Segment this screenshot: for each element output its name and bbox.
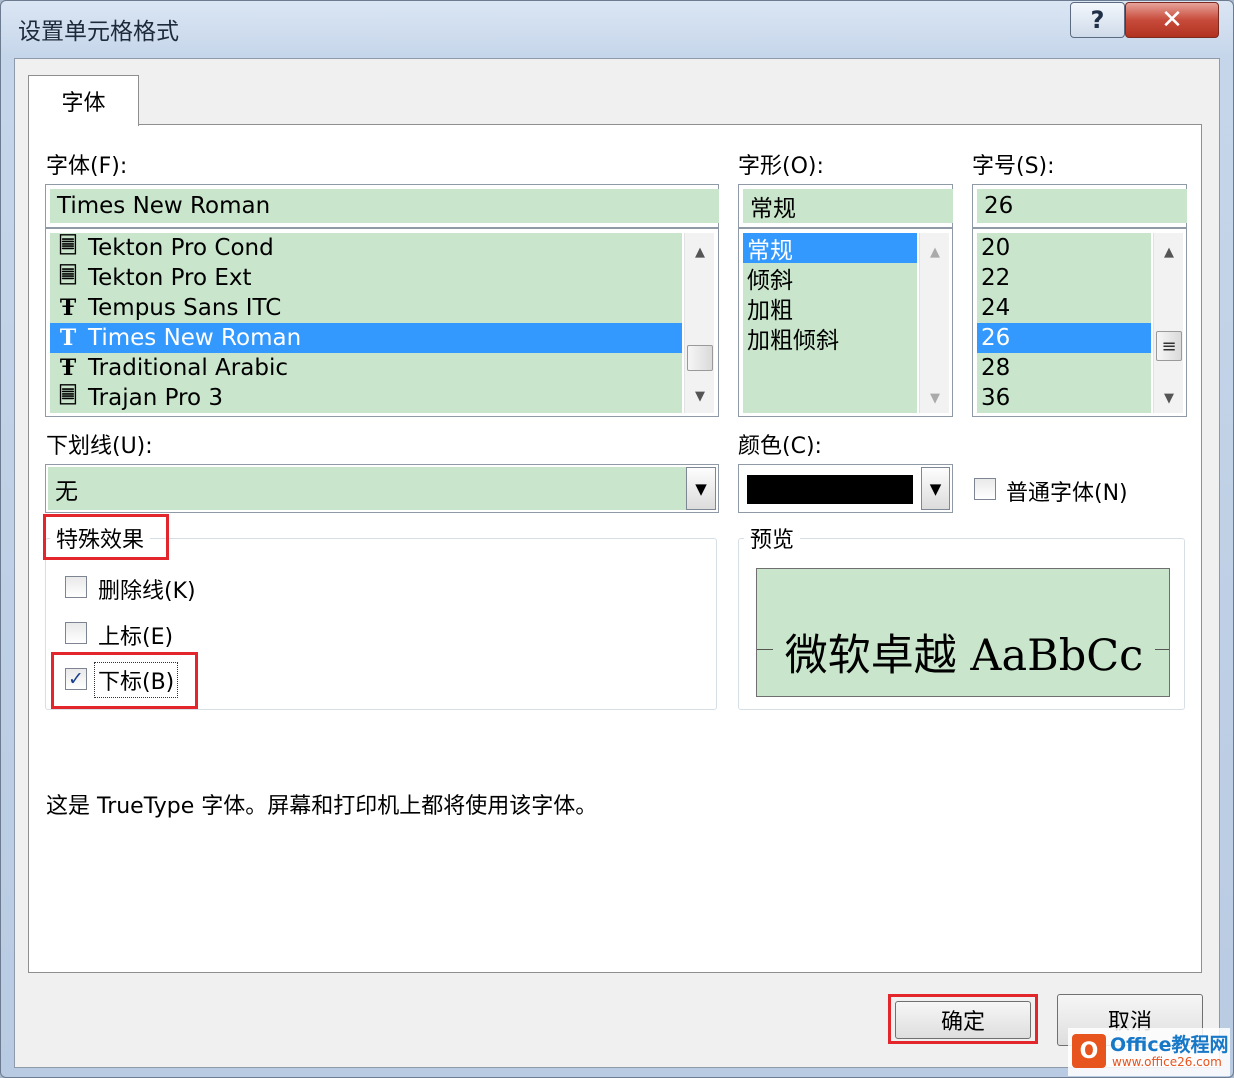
watermark-brand: Office教程网: [1110, 1034, 1229, 1056]
opentype-font-icon: 🗏: [59, 383, 77, 409]
color-dropdown[interactable]: ▼: [738, 464, 953, 513]
font-name-input[interactable]: Times New Roman: [50, 189, 719, 223]
preview-group-title: 预览: [744, 522, 801, 554]
color-label: 颜色(C):: [738, 434, 822, 459]
style-list-items: 常规 倾斜 加粗 加粗倾斜: [743, 233, 917, 413]
size-field-frame: 26: [972, 184, 1187, 228]
size-list-item-selected[interactable]: 26: [977, 323, 1151, 353]
size-list-item[interactable]: 22: [977, 263, 1151, 293]
scroll-up-icon[interactable]: ▲: [1154, 237, 1184, 267]
close-button[interactable]: ✕: [1125, 2, 1219, 38]
style-list-item[interactable]: 加粗倾斜: [743, 323, 917, 354]
normal-font-checkbox[interactable]: [974, 478, 996, 500]
chevron-down-icon: ▼: [929, 479, 942, 498]
office-logo-icon: O: [1072, 1034, 1106, 1068]
superscript-label: 上标(E): [98, 625, 174, 650]
underline-label: 下划线(U):: [46, 434, 153, 459]
strikethrough-checkbox[interactable]: [65, 576, 87, 598]
font-info-text: 这是 TrueType 字体。屏幕和打印机上都将使用该字体。: [46, 794, 598, 819]
underline-dropdown-button[interactable]: ▼: [686, 467, 716, 510]
strikethrough-label: 删除线(K): [98, 579, 196, 604]
truetype-font-icon: Ŧ: [59, 295, 77, 321]
subscript-highlight: [51, 652, 198, 709]
font-name-field-frame: Times New Roman: [45, 184, 719, 228]
ok-button-highlight: [888, 994, 1038, 1044]
watermark-url: www.office26.com: [1112, 1055, 1222, 1069]
superscript-checkbox[interactable]: [65, 622, 87, 644]
font-list-item[interactable]: 🗏 Trajan Pro 3: [50, 383, 682, 413]
watermark: O Office教程网 www.office26.com: [1068, 1028, 1230, 1076]
font-list-item[interactable]: 🗏 Tekton Pro Cond: [50, 233, 682, 263]
size-list-item[interactable]: 36: [977, 383, 1151, 413]
size-list-item[interactable]: 20: [977, 233, 1151, 263]
style-input[interactable]: 常规: [743, 189, 953, 223]
font-list: 🗏 Tekton Pro Cond 🗏 Tekton Pro Ext Ŧ Tempus…: [45, 228, 719, 417]
font-list-scroll-thumb[interactable]: [687, 345, 713, 371]
preview-sample-text: 微软卓越 AaBbCc: [757, 621, 1169, 683]
color-dropdown-button[interactable]: ▼: [921, 467, 950, 510]
style-field-frame: 常规: [738, 184, 953, 228]
style-label: 字形(O):: [738, 154, 824, 179]
opentype-font-icon: 🗏: [59, 233, 77, 259]
style-list-item[interactable]: 加粗: [743, 293, 917, 324]
chevron-down-icon: ▼: [695, 479, 707, 498]
scroll-up-icon[interactable]: ▲: [685, 237, 715, 267]
size-input[interactable]: 26: [977, 189, 1187, 223]
dialog-title: 设置单元格格式: [18, 19, 179, 45]
underline-dropdown[interactable]: 无 ▼: [45, 464, 719, 513]
font-list-item[interactable]: 🗏 Tekton Pro Ext: [50, 263, 682, 293]
size-list-item[interactable]: 28: [977, 353, 1151, 383]
tab-font[interactable]: 字体: [28, 75, 139, 126]
font-list-item[interactable]: Ŧ Tempus Sans ITC: [50, 293, 682, 323]
help-button[interactable]: ?: [1070, 2, 1125, 38]
truetype-font-icon: Ŧ: [59, 355, 77, 381]
scroll-down-icon[interactable]: ▼: [920, 383, 950, 413]
size-list-item[interactable]: 24: [977, 293, 1151, 323]
font-label: 字体(F):: [46, 154, 128, 179]
opentype-font-icon: 🗏: [59, 263, 77, 289]
size-list: 20 22 24 26 28 36 ▲ ≡ ▼: [972, 228, 1187, 417]
font-list-scrollbar[interactable]: ▲ ▼: [684, 233, 714, 413]
size-list-scrollbar[interactable]: ▲ ≡ ▼: [1153, 233, 1183, 413]
style-list-item[interactable]: 倾斜: [743, 263, 917, 294]
close-icon: ✕: [1161, 5, 1183, 35]
size-label: 字号(S):: [972, 154, 1055, 179]
font-list-item-selected[interactable]: T Times New Roman: [50, 323, 682, 353]
effects-title-highlight: [43, 514, 169, 560]
underline-value: 无: [48, 467, 689, 510]
truetype-font-icon: T: [59, 325, 77, 351]
style-list: 常规 倾斜 加粗 加粗倾斜 ▲ ▼: [738, 228, 953, 417]
size-list-scroll-thumb[interactable]: ≡: [1156, 331, 1182, 361]
preview-box: 微软卓越 AaBbCc: [756, 568, 1170, 697]
style-list-item-selected[interactable]: 常规: [743, 233, 917, 264]
scroll-down-icon[interactable]: ▼: [685, 381, 715, 411]
font-list-item[interactable]: Ŧ Traditional Arabic: [50, 353, 682, 383]
scroll-down-icon[interactable]: ▼: [1154, 383, 1184, 413]
color-swatch: [747, 475, 913, 504]
normal-font-label: 普通字体(N): [1006, 481, 1128, 506]
style-list-scrollbar[interactable]: ▲ ▼: [919, 233, 949, 413]
size-list-items: 20 22 24 26 28 36: [977, 233, 1151, 413]
font-list-items: 🗏 Tekton Pro Cond 🗏 Tekton Pro Ext Ŧ Tempus…: [50, 233, 682, 413]
help-icon: ?: [1090, 6, 1105, 34]
scroll-up-icon[interactable]: ▲: [920, 237, 950, 267]
